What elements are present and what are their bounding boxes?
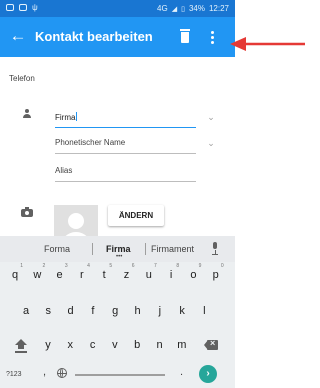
go-button[interactable]: › — [199, 365, 217, 383]
battery-level: 34% — [188, 4, 205, 13]
more-options-button[interactable] — [200, 25, 224, 49]
phone-screen: ψ 4G ◢ ▯ 34% 12:27 ← Kontakt bearbeiten … — [0, 0, 235, 388]
mic-icon[interactable] — [210, 242, 220, 256]
camera-icon — [21, 207, 33, 217]
key-a[interactable]: a — [18, 300, 34, 322]
battery-icon: ▯ — [181, 5, 185, 13]
phonetic-name-placeholder: Phonetischer Name — [55, 138, 126, 147]
delete-button[interactable] — [173, 25, 197, 49]
key-hint: 2 — [42, 263, 46, 269]
section-label: Telefon — [9, 74, 35, 83]
alias-placeholder: Alias — [55, 166, 73, 175]
change-photo-button[interactable]: ÄNDERN — [108, 205, 164, 226]
key-hint: 1 — [20, 263, 23, 269]
key-b[interactable]: b — [129, 334, 145, 356]
key-w[interactable]: w2 — [29, 263, 46, 286]
usb-icon: ψ — [32, 3, 38, 12]
company-field[interactable]: Firma — [55, 110, 196, 128]
text-cursor — [76, 112, 78, 121]
key-g[interactable]: g — [107, 300, 123, 322]
page-title: Kontakt bearbeiten — [35, 29, 153, 44]
comma-key[interactable]: , — [43, 366, 46, 378]
key-hint: 9 — [198, 263, 202, 269]
backspace-icon[interactable]: × — [204, 338, 218, 350]
company-value: Firma — [55, 113, 76, 122]
period-key[interactable]: . — [180, 366, 183, 378]
key-e[interactable]: e3 — [52, 263, 68, 286]
annotation-arrow — [230, 37, 305, 51]
key-q[interactable]: q1 — [7, 263, 23, 286]
key-x[interactable]: x — [62, 334, 78, 356]
key-v[interactable]: v — [107, 334, 123, 356]
key-d[interactable]: d — [63, 300, 79, 322]
globe-icon[interactable] — [57, 368, 67, 378]
shift-icon[interactable] — [14, 339, 28, 353]
back-button[interactable]: ← — [6, 24, 30, 48]
key-j[interactable]: j — [152, 300, 168, 322]
alias-field[interactable]: Alias — [55, 164, 196, 182]
key-f[interactable]: f — [85, 300, 101, 322]
chevron-down-icon[interactable]: ⌄ — [206, 112, 216, 122]
network-type: 4G — [157, 4, 168, 13]
key-s[interactable]: s — [40, 300, 56, 322]
suggestion-3[interactable]: Firmament — [151, 244, 194, 254]
keyboard: Forma Firma ••• Firmament q1 w2 e3 r4 t5 z6 u7… — [0, 236, 235, 388]
key-hint: 7 — [154, 263, 157, 269]
clock: 12:27 — [208, 4, 229, 13]
key-hint: 4 — [87, 263, 90, 269]
key-h[interactable]: h — [130, 300, 146, 322]
app-bar: ← Kontakt bearbeiten — [0, 17, 235, 57]
suggestion-1[interactable]: Forma — [44, 244, 70, 254]
key-c[interactable]: c — [85, 334, 101, 356]
signal-icon: ◢ — [171, 5, 178, 13]
more-suggestions-icon: ••• — [116, 254, 123, 260]
key-p[interactable]: p0 — [208, 263, 224, 286]
key-u[interactable]: u7 — [141, 263, 157, 286]
suggestion-2[interactable]: Firma — [106, 244, 131, 254]
key-l[interactable]: l — [196, 300, 212, 322]
arrow-back-icon: ← — [9, 26, 27, 45]
key-k[interactable]: k — [174, 300, 190, 322]
chevron-down-icon[interactable]: ⌄ — [206, 138, 216, 148]
key-t[interactable]: t5 — [96, 263, 113, 286]
key-hint: 8 — [176, 263, 180, 269]
status-bar: ψ 4G ◢ ▯ 34% 12:27 — [0, 0, 235, 17]
key-hint: 5 — [109, 263, 113, 269]
key-r[interactable]: r4 — [74, 263, 90, 286]
image-notification-icon — [19, 4, 27, 11]
notification-icon — [6, 4, 14, 11]
key-y[interactable]: y — [40, 334, 56, 356]
suggestion-bar: Forma Firma ••• Firmament — [0, 236, 235, 262]
symbols-key[interactable]: ?123 — [6, 371, 22, 378]
key-n[interactable]: n — [152, 334, 168, 356]
more-vert-icon — [210, 30, 214, 34]
key-m[interactable]: m — [174, 334, 190, 356]
key-hint: 6 — [131, 263, 135, 269]
key-hint: 3 — [64, 263, 68, 269]
key-hint: 0 — [220, 263, 224, 269]
key-o[interactable]: o9 — [185, 263, 202, 286]
key-i[interactable]: i8 — [163, 263, 180, 286]
phonetic-name-field[interactable]: Phonetischer Name — [55, 136, 196, 154]
space-key[interactable] — [75, 374, 165, 376]
key-z[interactable]: z6 — [119, 263, 135, 286]
person-icon — [21, 108, 33, 120]
